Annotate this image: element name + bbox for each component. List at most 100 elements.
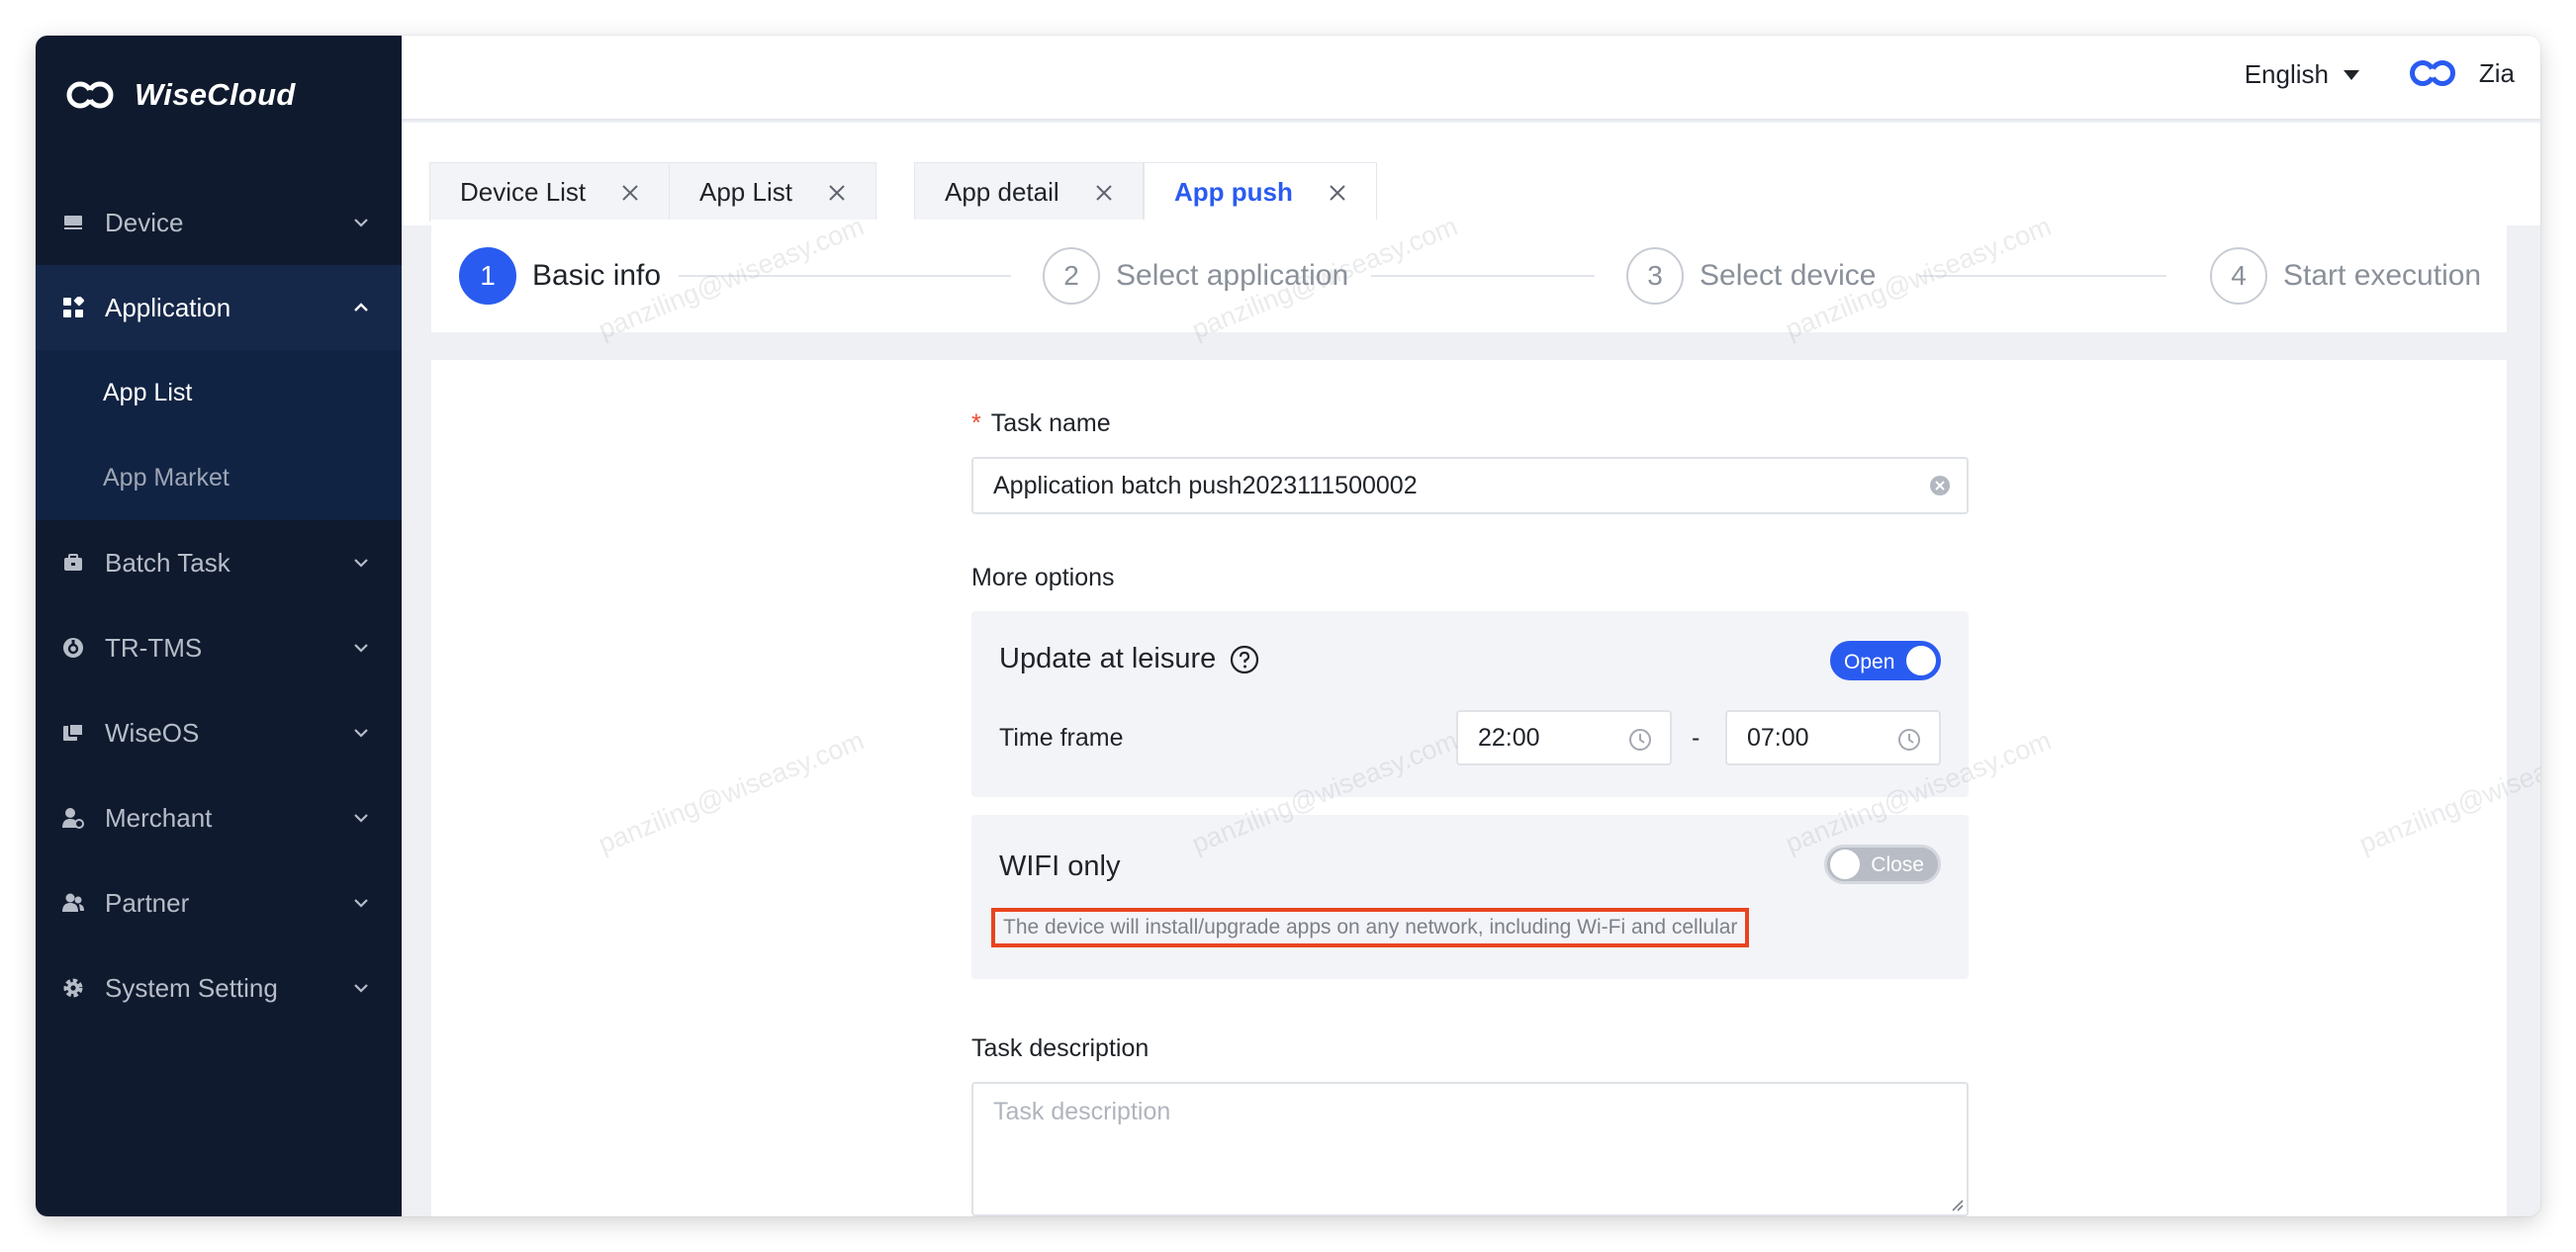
toggle-label: Close	[1871, 853, 1924, 876]
end-time-value: 07:00	[1747, 723, 1809, 752]
progress-steps: 1 Basic info 2 Select application 3 Sele…	[431, 220, 2507, 332]
toggle-knob	[1830, 850, 1860, 879]
step-number: 2	[1043, 247, 1100, 305]
step-number: 1	[459, 247, 516, 305]
start-time-picker[interactable]: 22:00	[1456, 710, 1672, 765]
task-description-textarea[interactable]	[971, 1082, 1969, 1216]
tab-device-list[interactable]: Device List	[429, 162, 671, 222]
close-icon[interactable]	[1095, 184, 1113, 202]
close-icon[interactable]	[621, 184, 639, 202]
time-separator: -	[1692, 724, 1701, 752]
tab-app-push[interactable]: App push	[1144, 162, 1377, 222]
step-basic-info: 1 Basic info	[459, 247, 678, 305]
step-number: 4	[2210, 247, 2267, 305]
sidebar-item-tr-tms[interactable]: TR-TMS	[36, 605, 402, 690]
toggle-label: Open	[1844, 651, 1895, 673]
step-connector	[1371, 275, 1595, 277]
step-connector	[1919, 275, 2166, 277]
sidebar-nav: Device Application App List App Market B…	[36, 180, 402, 1030]
chevron-down-icon	[354, 899, 368, 908]
clock-icon	[1629, 729, 1651, 751]
more-options-label: More options	[971, 564, 1115, 591]
page-tabs: Device List App List App detail App push	[402, 123, 2540, 225]
sidebar-item-label: System Setting	[105, 972, 278, 1003]
end-time-picker[interactable]: 07:00	[1725, 710, 1941, 765]
wifi-only-hint: The device will install/upgrade apps on …	[991, 908, 1750, 947]
step-connector	[679, 275, 1011, 277]
user-menu[interactable]: Zia	[2406, 57, 2515, 89]
tab-label: App push	[1174, 177, 1293, 207]
update-at-leisure-panel: Update at leisure Open Time frame 22:00	[971, 611, 1969, 797]
sidebar-item-batch-task[interactable]: Batch Task	[36, 520, 402, 605]
step-label: Select device	[1700, 259, 1877, 292]
app-logo[interactable]: WiseCloud	[63, 71, 296, 119]
application-submenu: App List App Market	[36, 350, 402, 520]
chevron-down-icon	[354, 984, 368, 993]
chevron-up-icon	[354, 303, 368, 312]
wifi-only-toggle[interactable]: Close	[1824, 845, 1941, 884]
toggle-knob	[1906, 646, 1936, 675]
sidebar-item-wiseos[interactable]: WiseOS	[36, 690, 402, 775]
tr-tms-icon	[61, 636, 85, 660]
task-name-input[interactable]	[971, 457, 1969, 514]
batch-task-icon	[61, 551, 85, 575]
partner-icon	[61, 891, 85, 915]
help-icon[interactable]	[1230, 645, 1259, 674]
wifi-only-title: WIFI only	[999, 850, 1121, 882]
tab-label: Device List	[460, 177, 587, 207]
user-name: Zia	[2478, 57, 2515, 88]
sidebar-item-device[interactable]: Device	[36, 180, 402, 265]
form-card: *Task name More options Update at leisur…	[431, 360, 2507, 1216]
tab-label: App detail	[945, 177, 1059, 207]
clock-icon	[1898, 729, 1920, 751]
chevron-down-icon	[354, 814, 368, 823]
sidebar-item-partner[interactable]: Partner	[36, 860, 402, 945]
sidebar-item-label: WiseOS	[105, 717, 200, 748]
step-label: Select application	[1116, 259, 1349, 292]
tab-label: App List	[699, 177, 792, 207]
task-description-label: Task description	[971, 1034, 1150, 1062]
chevron-down-icon	[354, 559, 368, 568]
sidebar-item-label: Batch Task	[105, 547, 230, 578]
required-mark: *	[971, 409, 981, 437]
tab-app-list[interactable]: App List	[669, 162, 876, 222]
start-time-value: 22:00	[1478, 723, 1540, 752]
application-icon	[61, 296, 85, 319]
close-icon[interactable]	[1329, 184, 1346, 202]
sidebar-subitem-app-market[interactable]: App Market	[36, 435, 402, 520]
resize-handle-icon[interactable]	[1949, 1197, 1965, 1212]
step-select-device: 3 Select device	[1626, 247, 1892, 305]
time-frame-label: Time frame	[999, 724, 1124, 752]
update-at-leisure-toggle[interactable]: Open	[1830, 641, 1941, 680]
top-header: English Zia	[402, 36, 2540, 121]
sidebar-item-label: TR-TMS	[105, 632, 203, 663]
sidebar-item-label: Merchant	[105, 802, 213, 833]
step-select-application: 2 Select application	[1043, 247, 1365, 305]
caret-down-icon	[2344, 69, 2359, 80]
clear-input-icon[interactable]	[1929, 475, 1951, 496]
language-label: English	[2244, 59, 2329, 89]
sidebar-item-label: Partner	[105, 887, 190, 918]
update-at-leisure-title: Update at leisure	[999, 643, 1259, 675]
sidebar: WiseCloud Device Application App List Ap…	[36, 36, 402, 1216]
chevron-down-icon	[354, 729, 368, 738]
language-selector[interactable]: English	[2245, 59, 2360, 90]
chevron-down-icon	[354, 219, 368, 227]
close-icon[interactable]	[828, 184, 846, 202]
step-label: Start execution	[2283, 259, 2482, 292]
sidebar-item-label: Application	[105, 292, 231, 322]
sidebar-item-system-setting[interactable]: System Setting	[36, 945, 402, 1030]
sidebar-item-application[interactable]: Application	[36, 265, 402, 350]
app-window: WiseCloud Device Application App List Ap…	[36, 36, 2540, 1216]
app-name: WiseCloud	[135, 77, 296, 112]
wiseos-icon	[61, 721, 85, 745]
wisecloud-logo-icon	[66, 81, 114, 109]
merchant-icon	[61, 806, 85, 830]
step-start-execution: 4 Start execution	[2210, 247, 2498, 305]
step-number: 3	[1626, 247, 1684, 305]
device-icon	[61, 211, 85, 234]
sidebar-item-merchant[interactable]: Merchant	[36, 775, 402, 860]
sidebar-subitem-app-list[interactable]: App List	[36, 350, 402, 435]
tab-app-detail[interactable]: App detail	[914, 162, 1144, 222]
step-label: Basic info	[532, 259, 662, 292]
